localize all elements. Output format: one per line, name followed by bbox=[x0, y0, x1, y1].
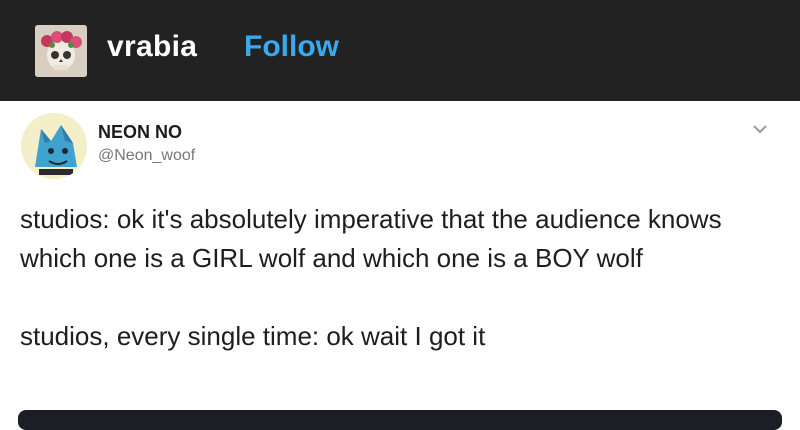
blog-username[interactable]: vrabia bbox=[107, 30, 197, 64]
tweet-display-name[interactable]: NEON NO bbox=[98, 122, 182, 143]
tweet-menu-button[interactable] bbox=[750, 122, 770, 136]
follow-button[interactable]: Follow bbox=[244, 30, 339, 64]
tweet-text-line: studios: ok it's absolutely imperative t… bbox=[20, 204, 722, 273]
tweet-handle[interactable]: @Neon_woof bbox=[98, 147, 195, 165]
tweet-media-image[interactable] bbox=[18, 410, 782, 430]
tweet-avatar[interactable] bbox=[21, 113, 87, 179]
blue-wolf-avatar-icon bbox=[21, 113, 87, 179]
blog-avatar[interactable] bbox=[35, 25, 87, 77]
post-header: vrabia Follow bbox=[0, 0, 800, 101]
tweet-body: studios: ok it's absolutely imperative t… bbox=[20, 200, 780, 356]
tweet-text-line: studios, every single time: ok wait I go… bbox=[20, 321, 486, 351]
skull-flower-crown-icon bbox=[35, 25, 87, 77]
chevron-down-icon bbox=[753, 125, 767, 134]
